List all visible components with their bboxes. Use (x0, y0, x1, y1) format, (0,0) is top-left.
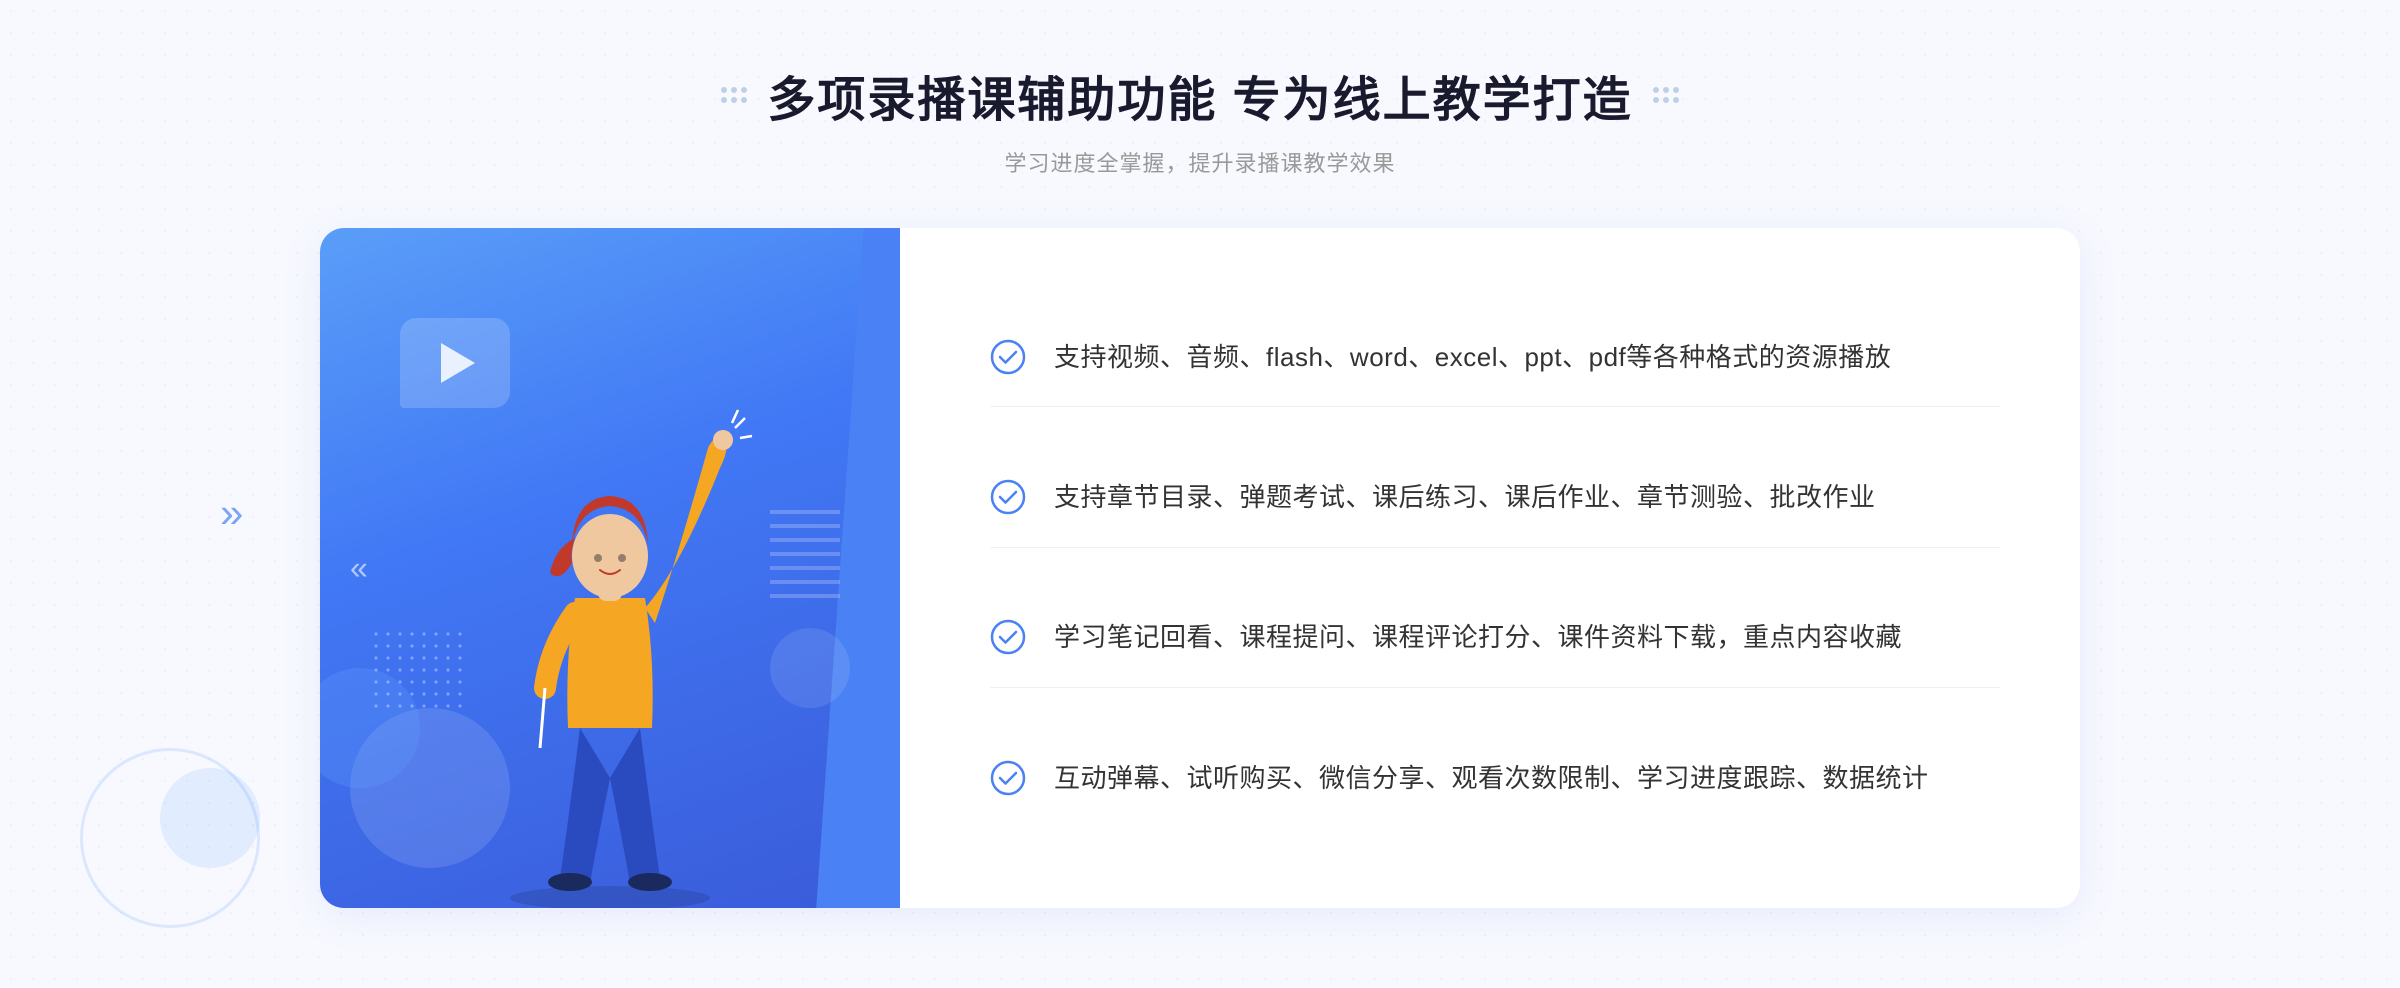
illustration-panel: « (320, 228, 900, 908)
left-decorative-grid (721, 87, 747, 103)
header-section: 多项录播课辅助功能 专为线上教学打造 学习进度全掌握，提升录播课教学效果 (721, 60, 1678, 178)
feature-text-1: 支持视频、音频、flash、word、excel、ppt、pdf等各种格式的资源… (1054, 337, 1891, 379)
check-icon-4 (990, 760, 1026, 796)
play-icon (441, 343, 475, 383)
feature-item-3: 学习笔记回看、课程提问、课程评论打分、课件资料下载，重点内容收藏 (990, 589, 2000, 688)
features-panel: 支持视频、音频、flash、word、excel、ppt、pdf等各种格式的资源… (900, 228, 2080, 908)
page-wrapper: 多项录播课辅助功能 专为线上教学打造 学习进度全掌握，提升录播课教学效果 « (0, 0, 2400, 988)
feature-item-1: 支持视频、音频、flash、word、excel、ppt、pdf等各种格式的资源… (990, 309, 2000, 408)
feature-text-2: 支持章节目录、弹题考试、课后练习、课后作业、章节测验、批改作业 (1054, 477, 1876, 519)
person-figure (460, 388, 760, 908)
deco-stripes (770, 508, 840, 598)
content-card: « (320, 228, 2080, 908)
check-icon-1 (990, 339, 1026, 375)
left-arrow-decoration: » (220, 489, 235, 537)
deco-dot-grid (370, 628, 470, 708)
right-decorative-grid (1653, 87, 1679, 103)
header-title-row: 多项录播课辅助功能 专为线上教学打造 (721, 60, 1678, 130)
deco-arrows-left: « (350, 550, 364, 587)
subtitle: 学习进度全掌握，提升录播课教学效果 (721, 146, 1678, 178)
feature-item-4: 互动弹幕、试听购买、微信分享、观看次数限制、学习进度跟踪、数据统计 (990, 730, 2000, 828)
check-icon-3 (990, 619, 1026, 655)
feature-item-2: 支持章节目录、弹题考试、课后练习、课后作业、章节测验、批改作业 (990, 449, 2000, 548)
feature-text-4: 互动弹幕、试听购买、微信分享、观看次数限制、学习进度跟踪、数据统计 (1054, 758, 1929, 800)
check-icon-2 (990, 479, 1026, 515)
feature-text-3: 学习笔记回看、课程提问、课程评论打分、课件资料下载，重点内容收藏 (1054, 617, 1902, 659)
outer-arc (80, 748, 260, 928)
deco-circle-small (770, 628, 850, 708)
main-title: 多项录播课辅助功能 专为线上教学打造 (767, 60, 1632, 130)
